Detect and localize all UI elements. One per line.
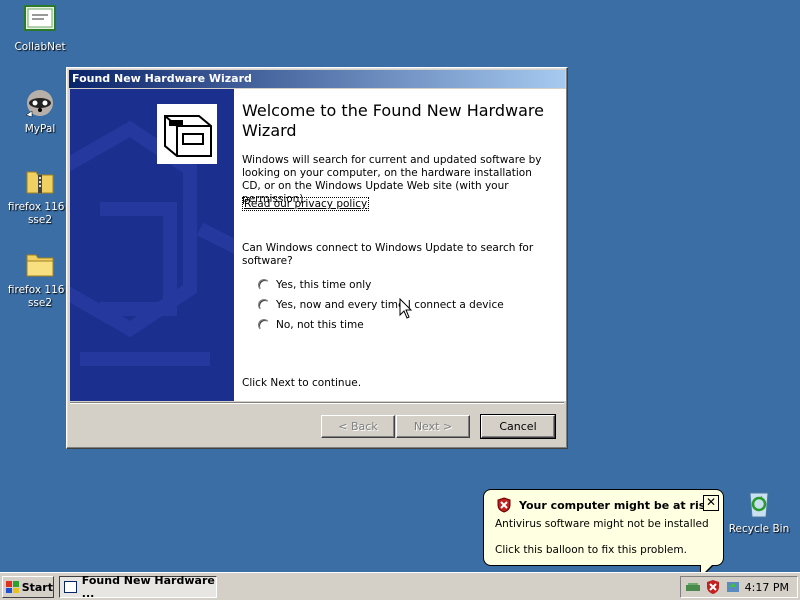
radio-button[interactable] [258, 299, 270, 311]
desktop-icon-recycle-bin[interactable]: Recycle Bin [719, 487, 799, 536]
mouse-cursor-icon [399, 298, 413, 319]
start-label: Start [21, 580, 53, 594]
radio-option-not-this-time[interactable]: No, not this time [258, 319, 364, 331]
start-button[interactable]: Start [2, 576, 54, 598]
radio-label: Yes, now and every time I connect a devi… [276, 299, 504, 311]
desktop-icon-label: CollabNet [14, 41, 66, 53]
zip-folder-icon [24, 165, 56, 197]
cancel-button[interactable]: Cancel [480, 414, 556, 439]
radio-button[interactable] [258, 279, 270, 291]
radio-option-every-time[interactable]: Yes, now and every time I connect a devi… [258, 299, 504, 311]
window-icon [64, 581, 77, 593]
taskbar-button-label: Found New Hardware ... [81, 574, 215, 600]
folder-icon [24, 248, 56, 280]
wizard-window[interactable]: Found New Hardware Wizard Welcome to the… [66, 67, 568, 449]
taskbar-button-wizard[interactable]: Found New Hardware ... [59, 574, 217, 600]
radio-label: No, not this time [276, 319, 364, 331]
next-button[interactable]: Next > [396, 415, 470, 438]
network-icon[interactable] [685, 579, 701, 595]
wizard-question: Can Windows connect to Windows Update to… [242, 242, 534, 267]
desktop-icon-label: Recycle Bin [728, 523, 790, 535]
security-balloon[interactable]: Your computer might be at risk ✕ Antivir… [483, 489, 724, 566]
clock[interactable]: 4:17 PM [745, 581, 789, 594]
privacy-policy-link[interactable]: Read our privacy policy [242, 197, 370, 211]
security-shield-icon[interactable] [705, 579, 721, 595]
radio-option-this-time[interactable]: Yes, this time only [258, 279, 371, 291]
update-icon[interactable] [725, 579, 741, 595]
certificate-icon [24, 5, 56, 37]
recycle-bin-icon [743, 487, 775, 519]
divider [70, 402, 564, 404]
raccoon-icon [24, 87, 56, 119]
shield-warning-icon [497, 497, 511, 513]
system-tray: 4:17 PM [680, 576, 798, 598]
balloon-message: Antivirus software might not be installe… [495, 518, 709, 530]
close-icon[interactable]: ✕ [703, 495, 719, 511]
footer-instruction: Click Next to continue. [242, 377, 362, 389]
radio-label: Yes, this time only [276, 279, 372, 291]
windows-logo-icon [6, 581, 19, 593]
radio-button[interactable] [258, 319, 270, 331]
page-title: Welcome to the Found New Hardware Wizard [242, 101, 544, 140]
hardware-icon [157, 104, 217, 164]
window-title[interactable]: Found New Hardware Wizard [69, 70, 565, 88]
desktop-icon-collabnet[interactable]: CollabNet [0, 5, 80, 54]
wizard-banner [70, 89, 234, 401]
back-button[interactable]: < Back [321, 415, 395, 438]
wizard-content: Welcome to the Found New Hardware Wizard… [234, 89, 566, 401]
balloon-title: Your computer might be at risk [519, 499, 713, 512]
taskbar: Start Found New Hardware ... 4:17 PM [0, 572, 800, 600]
balloon-action-text[interactable]: Click this balloon to fix this problem. [495, 544, 687, 556]
